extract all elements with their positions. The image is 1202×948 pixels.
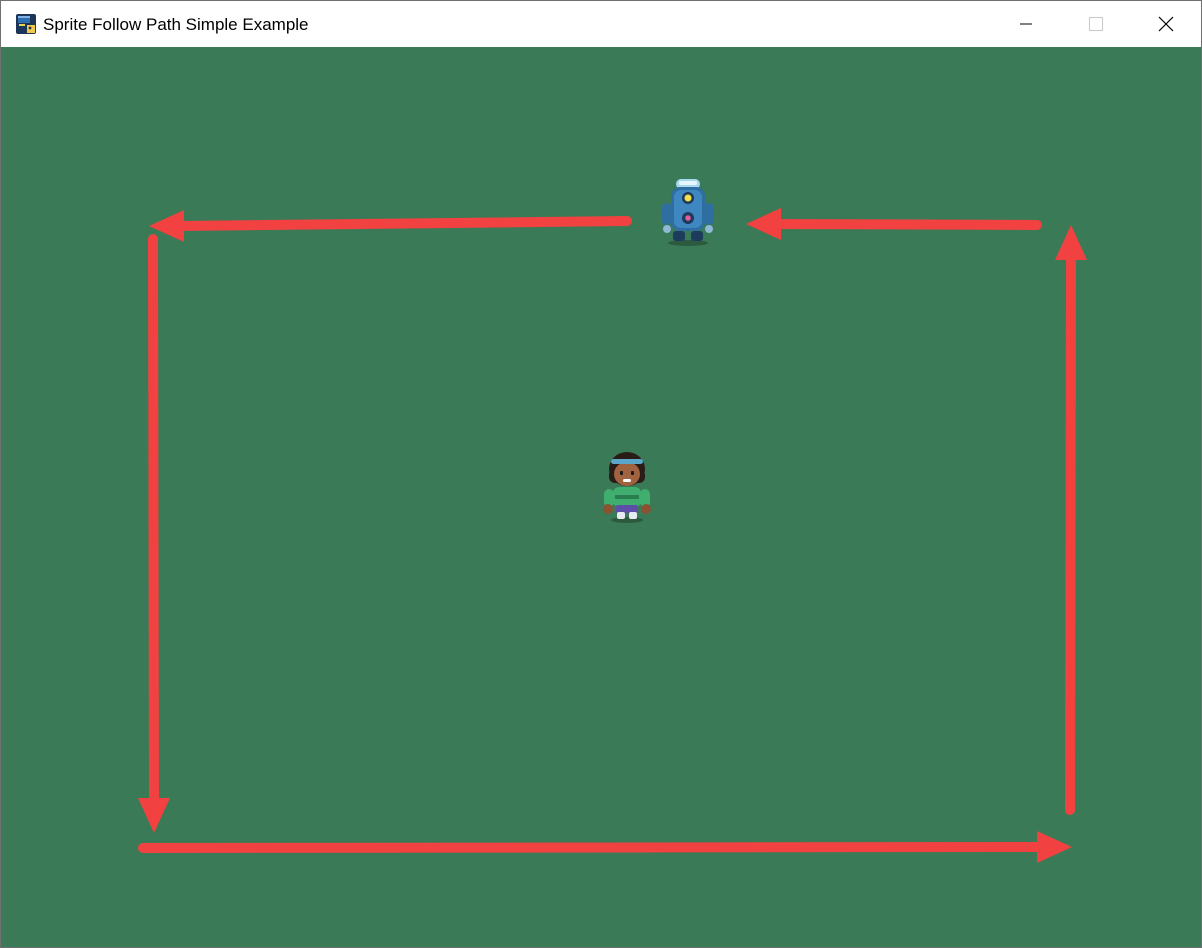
arrow-right bbox=[1065, 250, 1076, 815]
python-app-icon bbox=[16, 14, 36, 34]
arrow-top-right bbox=[771, 219, 1042, 230]
girl-sprite-icon bbox=[603, 452, 651, 523]
arrow-bottom-head bbox=[1037, 831, 1072, 863]
maximize-icon bbox=[1089, 17, 1103, 31]
minimize-icon bbox=[1020, 23, 1032, 25]
arrow-top-right-head bbox=[746, 208, 781, 240]
close-icon bbox=[1158, 16, 1174, 32]
arrow-bottom bbox=[138, 842, 1046, 853]
arrow-top-left bbox=[174, 216, 632, 231]
arrow-left-head bbox=[138, 798, 170, 833]
robot-sprite-icon bbox=[662, 179, 714, 246]
window-title: Sprite Follow Path Simple Example bbox=[43, 15, 309, 34]
minimize-button[interactable] bbox=[991, 1, 1061, 47]
app-window: Sprite Follow Path Simple Example bbox=[0, 0, 1202, 948]
arrow-right-head bbox=[1055, 225, 1087, 260]
game-canvas[interactable] bbox=[1, 47, 1201, 947]
close-button[interactable] bbox=[1131, 1, 1201, 47]
title-bar[interactable]: Sprite Follow Path Simple Example bbox=[1, 1, 1201, 47]
arrow-left bbox=[148, 234, 159, 810]
maximize-button[interactable] bbox=[1061, 1, 1131, 47]
